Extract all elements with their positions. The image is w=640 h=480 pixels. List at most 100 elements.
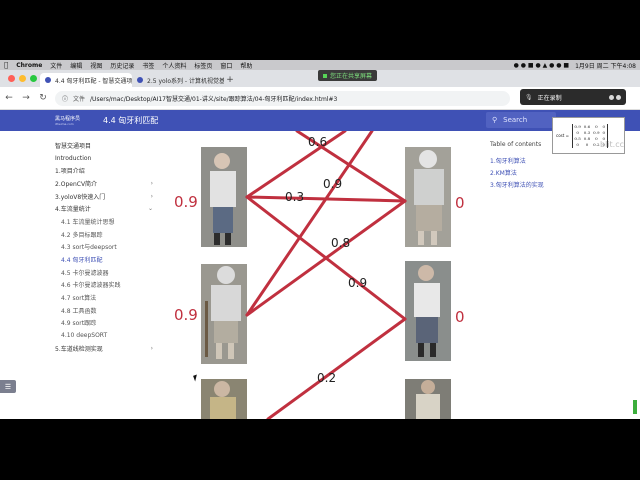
- tab-yolo[interactable]: 2.5 yolo系列 - 计算机视觉基础 ×: [132, 73, 224, 87]
- sidebar-item-4-1[interactable]: 4.1 车流量统计思想: [55, 215, 153, 228]
- logo-subtext: itheima.com: [55, 122, 74, 126]
- matrix-cell: 0.9: [574, 123, 581, 129]
- edge-label: 0.8: [331, 236, 350, 250]
- toc-item-km[interactable]: 2.KM算法: [490, 166, 590, 178]
- logo-text: 黑马程序员: [55, 116, 81, 122]
- sidebar-toggle-button[interactable]: ☰: [0, 380, 16, 393]
- menu-view[interactable]: 视图: [90, 61, 102, 70]
- sidebar-item-label: 4.7 sort算法: [61, 295, 97, 303]
- sidebar-item-4-9[interactable]: 4.9 sort跟踪: [55, 317, 153, 330]
- chevron-right-icon[interactable]: ›: [151, 193, 153, 200]
- menu-history[interactable]: 历史记录: [110, 61, 134, 70]
- edge-indicator: [633, 400, 637, 414]
- sidebar-item-yolov8[interactable]: 3.yoloV8快速入门 ›: [55, 190, 153, 203]
- person-photo-right-1: [405, 147, 451, 247]
- edge-label: 0.3: [285, 190, 304, 204]
- mac-menubar:  Chrome 文件 编辑 视图 历史记录 书签 个人资料 标签页 窗口 帮助…: [0, 60, 640, 70]
- sidebar-item-4-4[interactable]: 4.4 匈牙利匹配: [55, 253, 153, 266]
- chevron-right-icon[interactable]: ›: [151, 345, 153, 352]
- sidebar-item-label: 4.9 sort跟踪: [61, 320, 97, 328]
- person-photo-right-3: [405, 379, 451, 419]
- screen:  Chrome 文件 编辑 视图 历史记录 书签 个人资料 标签页 窗口 帮助…: [0, 0, 640, 480]
- screen-share-indicator[interactable]: 您正在共享屏幕: [318, 70, 378, 81]
- toc-item-implementation[interactable]: 3.匈牙利算法的实现: [490, 178, 590, 190]
- apple-icon[interactable]: : [4, 61, 8, 69]
- person-photo-right-2: [405, 261, 451, 361]
- url-text: /Users/mac/Desktop/AI17智慧交通/01-讲义/site/跟…: [90, 95, 338, 103]
- sidebar-item-label: 5.车道线检测实现: [55, 345, 103, 353]
- info-icon[interactable]: ⓘ: [62, 94, 68, 103]
- menu-file[interactable]: 文件: [50, 61, 62, 70]
- sidebar-item-home[interactable]: 智慧交通项目: [55, 139, 153, 152]
- clock[interactable]: 1月9日 周二 下午4:08: [575, 61, 636, 70]
- person-photo-left-1: [201, 147, 247, 247]
- window-close-icon[interactable]: [8, 75, 15, 82]
- sidebar-item-label: 2.OpenCV简介: [55, 180, 98, 188]
- sidebar-item-4-2[interactable]: 4.2 多目标跟踪: [55, 228, 153, 241]
- sidebar-item-4-3[interactable]: 4.3 sort与deepsort: [55, 241, 153, 254]
- edge-label: 0.6: [308, 135, 327, 149]
- recording-indicator[interactable]: 🎙 正在录制: [520, 89, 626, 105]
- matrix-label: cost =: [556, 133, 569, 138]
- share-label: 您正在共享屏幕: [330, 73, 373, 80]
- sidebar-item-opencv[interactable]: 2.OpenCV简介 ›: [55, 177, 153, 190]
- edge-label: 0.9: [323, 177, 342, 191]
- window-minimize-icon[interactable]: [19, 75, 26, 82]
- menu-bookmarks[interactable]: 书签: [142, 61, 154, 70]
- edge-line: [245, 199, 407, 317]
- page-content: 智慧交通项目 Introduction 1.项目介绍 2.OpenCV简介 › 3…: [0, 131, 640, 419]
- right-weight-1: 0: [455, 194, 465, 212]
- toc-item-hungarian[interactable]: 1.匈牙利算法: [490, 154, 590, 166]
- sidebar-item-label: 4.8 工具函数: [61, 307, 97, 315]
- favicon-icon: [137, 77, 143, 83]
- site-logo[interactable]: 黑马程序员 itheima.com: [55, 115, 95, 127]
- app-name[interactable]: Chrome: [16, 62, 42, 69]
- sidebar-item-traffic-count[interactable]: 4.车流量统计 ⌄: [55, 202, 153, 215]
- favicon-icon: [45, 77, 51, 83]
- tab-label: 2.5 yolo系列 - 计算机视觉基础: [147, 77, 224, 85]
- menu-help[interactable]: 帮助: [240, 61, 252, 70]
- sidebar-item-4-7[interactable]: 4.7 sort算法: [55, 291, 153, 304]
- chevron-down-icon[interactable]: ⌄: [148, 205, 153, 212]
- tab-hungarian[interactable]: 4.4 匈牙利匹配 - 智慧交通项目 ×: [40, 73, 132, 87]
- menu-profile[interactable]: 个人资料: [162, 61, 186, 70]
- sidebar-item-4-8[interactable]: 4.8 工具函数: [55, 304, 153, 317]
- pause-icon[interactable]: [609, 94, 614, 100]
- sidebar-item-label: 4.3 sort与deepsort: [61, 244, 117, 252]
- forward-icon[interactable]: →: [21, 93, 31, 103]
- matrix-cell: 0: [585, 141, 589, 147]
- reload-icon[interactable]: ↻: [38, 93, 48, 103]
- sidebar-item-4-5[interactable]: 4.5 卡尔曼滤波器: [55, 266, 153, 279]
- sidebar-item-lane-detection[interactable]: 5.车道线检测实现 ›: [55, 342, 153, 355]
- page-title: 4.4 匈牙利匹配: [103, 116, 159, 125]
- menu-window[interactable]: 窗口: [220, 61, 232, 70]
- sidebar-item-label: Introduction: [55, 154, 92, 162]
- search-icon: ⚲: [492, 116, 498, 124]
- edge-line: [266, 317, 407, 419]
- matrix-cell: 0: [576, 141, 579, 147]
- chevron-right-icon[interactable]: ›: [151, 180, 153, 187]
- sidebar-nav: 智慧交通项目 Introduction 1.项目介绍 2.OpenCV简介 › 3…: [55, 139, 153, 355]
- recording-label: 正在录制: [537, 94, 562, 102]
- menu-edit[interactable]: 编辑: [70, 61, 82, 70]
- sidebar-item-4-10[interactable]: 4.10 deepSORT: [55, 329, 153, 342]
- stop-icon[interactable]: [616, 94, 621, 100]
- menu-tabs[interactable]: 标签页: [194, 61, 212, 70]
- url-input[interactable]: ⓘ 文件 /Users/mac/Desktop/AI17智慧交通/01-讲义/s…: [55, 90, 510, 106]
- sidebar-item-label: 智慧交通项目: [55, 142, 92, 150]
- matrix-cell: 0.5: [574, 135, 581, 141]
- list-icon: ☰: [4, 382, 12, 391]
- search-input[interactable]: ⚲ Search: [486, 112, 556, 128]
- watermark: blit.cc: [600, 140, 624, 149]
- matrix-cell: 0.9: [593, 129, 600, 135]
- sidebar-item-project-intro[interactable]: 1.项目介绍: [55, 164, 153, 177]
- bipartite-matching-figure: 0.9 0.9 0 0 0.6 0.9 0.3 0.8 0.9 0.2: [174, 131, 465, 419]
- back-icon[interactable]: ←: [4, 93, 14, 103]
- window-zoom-icon[interactable]: [30, 75, 37, 82]
- sidebar-item-introduction[interactable]: Introduction: [55, 152, 153, 165]
- sidebar-item-4-6[interactable]: 4.6 卡尔曼滤波器实践: [55, 279, 153, 292]
- new-tab-button[interactable]: +: [224, 73, 236, 87]
- edge-label: 0.2: [317, 371, 336, 385]
- left-weight-1: 0.9: [174, 193, 198, 211]
- status-icons[interactable]: ● ● ■ ● ▲ ● ● ■: [514, 62, 569, 69]
